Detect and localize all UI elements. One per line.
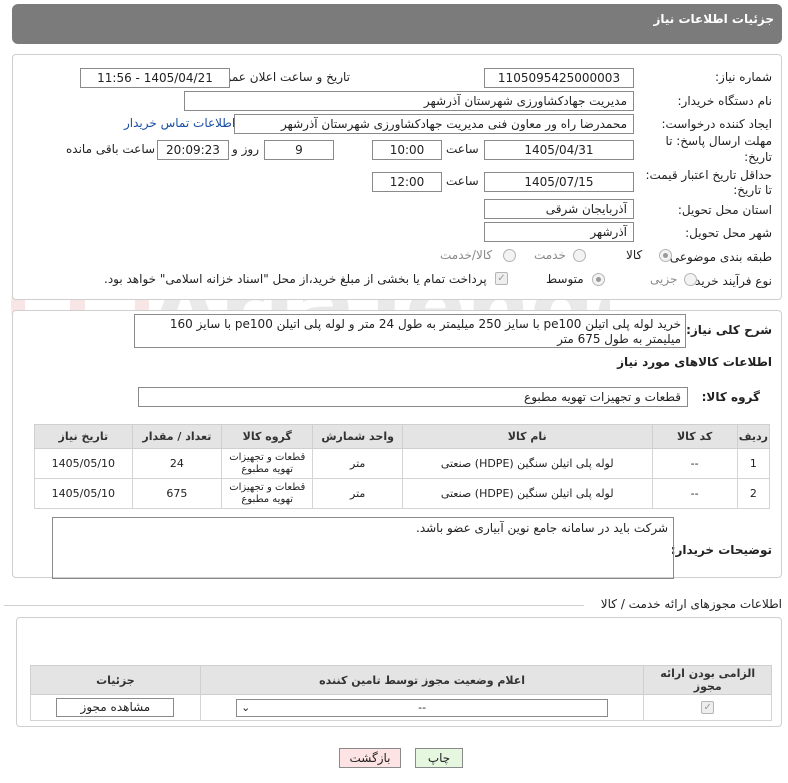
goods-table: ردیف کد کالا نام کالا واحد شمارش گروه کا…: [34, 424, 771, 509]
category-option-service: خدمت: [534, 248, 566, 262]
col-qty: تعداد / مقدار: [131, 424, 223, 449]
col-row: ردیف: [736, 424, 771, 449]
requester-field: محمدرضا راه ور معاون فنی مدیریت جهادکشاو…: [234, 114, 634, 134]
cell-date: 1405/05/10: [34, 448, 133, 479]
permits-table: الزامی بودن ارائه مجوز اعلام وضعیت مجوز …: [30, 665, 772, 721]
col-permit-required: الزامی بودن ارائه مجوز: [643, 665, 772, 695]
cell-group: قطعات و تجهیزات تهویه مطبوع: [221, 478, 314, 509]
goods-info-title: اطلاعات کالاهای مورد نیاز: [617, 355, 772, 369]
announce-datetime-field: 1405/04/21 - 11:56: [80, 68, 230, 88]
deadline-days-label: روز و: [232, 142, 259, 156]
buyer-notes-label: توضیحات خریدار:: [670, 543, 772, 557]
buyer-org-field: مدیریت جهادکشاورزی شهرستان آذرشهر: [184, 91, 634, 111]
treasury-payment-checkbox[interactable]: ✓: [495, 272, 508, 285]
validity-date-field: 1405/07/15: [484, 172, 634, 192]
buyer-notes-textarea[interactable]: شرکت باید در سامانه جامع نوین آبیاری عضو…: [52, 517, 674, 579]
view-permit-button[interactable]: مشاهده مجوز: [56, 698, 175, 717]
buyer-org-label: نام دستگاه خریدار:: [677, 94, 773, 108]
print-button[interactable]: چاپ: [415, 748, 463, 768]
col-permit-details: جزئیات: [30, 665, 201, 695]
cell-permit-status: -- ⌄: [199, 694, 645, 721]
chevron-down-icon: ⌄: [241, 700, 251, 714]
cell-name: لوله پلی اتیلن سنگین (HDPE) صنعتی: [401, 448, 653, 479]
cell-group: قطعات و تجهیزات تهویه مطبوع: [221, 448, 314, 479]
cell-row: 1: [736, 448, 771, 479]
process-option-medium: متوسط: [546, 272, 584, 286]
page-title: جزئیات اطلاعات نیاز: [653, 12, 774, 26]
remaining-time-label: ساعت باقی مانده: [66, 142, 156, 156]
col-unit: واحد شمارش: [312, 424, 403, 449]
delivery-city-field: آذرشهر: [484, 222, 634, 242]
col-group: گروه کالا: [221, 424, 314, 449]
delivery-province-label: استان محل تحویل:: [677, 203, 772, 217]
permit-status-select[interactable]: -- ⌄: [236, 698, 609, 717]
cell-date: 1405/05/10: [34, 478, 133, 509]
table-row: 2 -- لوله پلی اتیلن سنگین (HDPE) صنعتی م…: [34, 478, 771, 509]
need-number-label: شماره نیاز:: [715, 70, 772, 84]
cell-code: --: [651, 478, 738, 509]
category-option-goods: کالا: [626, 248, 643, 262]
col-date: تاریخ نیاز: [34, 424, 133, 449]
cell-row: 2: [736, 478, 771, 509]
col-permit-status: اعلام وضعیت مجوز توسط تامین کننده: [199, 665, 645, 695]
table-row: ✓ -- ⌄ مشاهده مجوز: [30, 694, 772, 721]
deadline-label-line1: مهلت ارسال پاسخ: تا: [665, 134, 772, 148]
cell-qty: 24: [131, 448, 223, 479]
remaining-time-field: 20:09:23: [157, 140, 229, 160]
need-number-field: 1105095425000003: [484, 68, 634, 88]
buyer-contact-link[interactable]: اطلاعات تماس خریدار: [124, 116, 235, 130]
deadline-date-field: 1405/04/31: [484, 140, 634, 160]
cell-qty: 675: [131, 478, 223, 509]
permit-status-value: --: [418, 700, 427, 714]
permit-required-checkbox[interactable]: ✓: [701, 701, 715, 714]
goods-group-label: گروه کالا:: [701, 390, 760, 404]
deadline-label-line2: تاریخ:: [744, 150, 772, 164]
requester-label: ایجاد کننده درخواست:: [661, 117, 772, 131]
col-name: نام کالا: [401, 424, 653, 449]
category-radio-service[interactable]: [573, 249, 586, 262]
process-radio-minor[interactable]: [684, 273, 697, 286]
delivery-province-field: آذربایجان شرقی: [484, 199, 634, 219]
deadline-time-field: 10:00: [372, 140, 442, 160]
treasury-payment-note: پرداخت تمام یا بخشی از مبلغ خرید،از محل …: [104, 272, 487, 286]
process-option-minor: جزیی: [650, 272, 678, 286]
category-radio-goods-service[interactable]: [503, 249, 516, 262]
category-label: طبقه بندی موضوعی:: [665, 250, 772, 264]
validity-label-line1: حداقل تاریخ اعتبار قیمت:: [645, 168, 772, 182]
permits-title: اطلاعات مجوزهای ارائه خدمت / کالا: [600, 597, 782, 611]
deadline-days-field: 9: [264, 140, 334, 160]
cell-name: لوله پلی اتیلن سنگین (HDPE) صنعتی: [401, 478, 653, 509]
validity-time-label: ساعت: [446, 174, 479, 188]
col-code: کد کالا: [651, 424, 738, 449]
cell-permit-details: مشاهده مجوز: [30, 694, 201, 721]
description-label: شرح کلی نیاز:: [686, 323, 772, 337]
deadline-time-label: ساعت: [446, 142, 479, 156]
process-type-label: نوع فرآیند خرید :: [687, 274, 772, 288]
validity-time-field: 12:00: [372, 172, 442, 192]
validity-label-line2: تا تاریخ:: [733, 183, 772, 197]
goods-group-field: قطعات و تجهیزات تهویه مطبوع: [138, 387, 688, 407]
back-button[interactable]: بازگشت: [339, 748, 401, 768]
category-radio-goods[interactable]: [659, 249, 672, 262]
category-option-goods-service: کالا/خدمت: [440, 248, 493, 262]
permits-divider: [4, 605, 584, 606]
cell-code: --: [651, 448, 738, 479]
cell-permit-required: ✓: [643, 694, 772, 721]
delivery-city-label: شهر محل تحویل:: [685, 226, 772, 240]
cell-unit: متر: [312, 478, 403, 509]
table-row: 1 -- لوله پلی اتیلن سنگین (HDPE) صنعتی م…: [34, 448, 771, 479]
cell-unit: متر: [312, 448, 403, 479]
process-radio-medium[interactable]: [592, 273, 605, 286]
description-textarea[interactable]: خرید لوله پلی اتیلن pe100 با سایز 250 می…: [134, 314, 686, 348]
